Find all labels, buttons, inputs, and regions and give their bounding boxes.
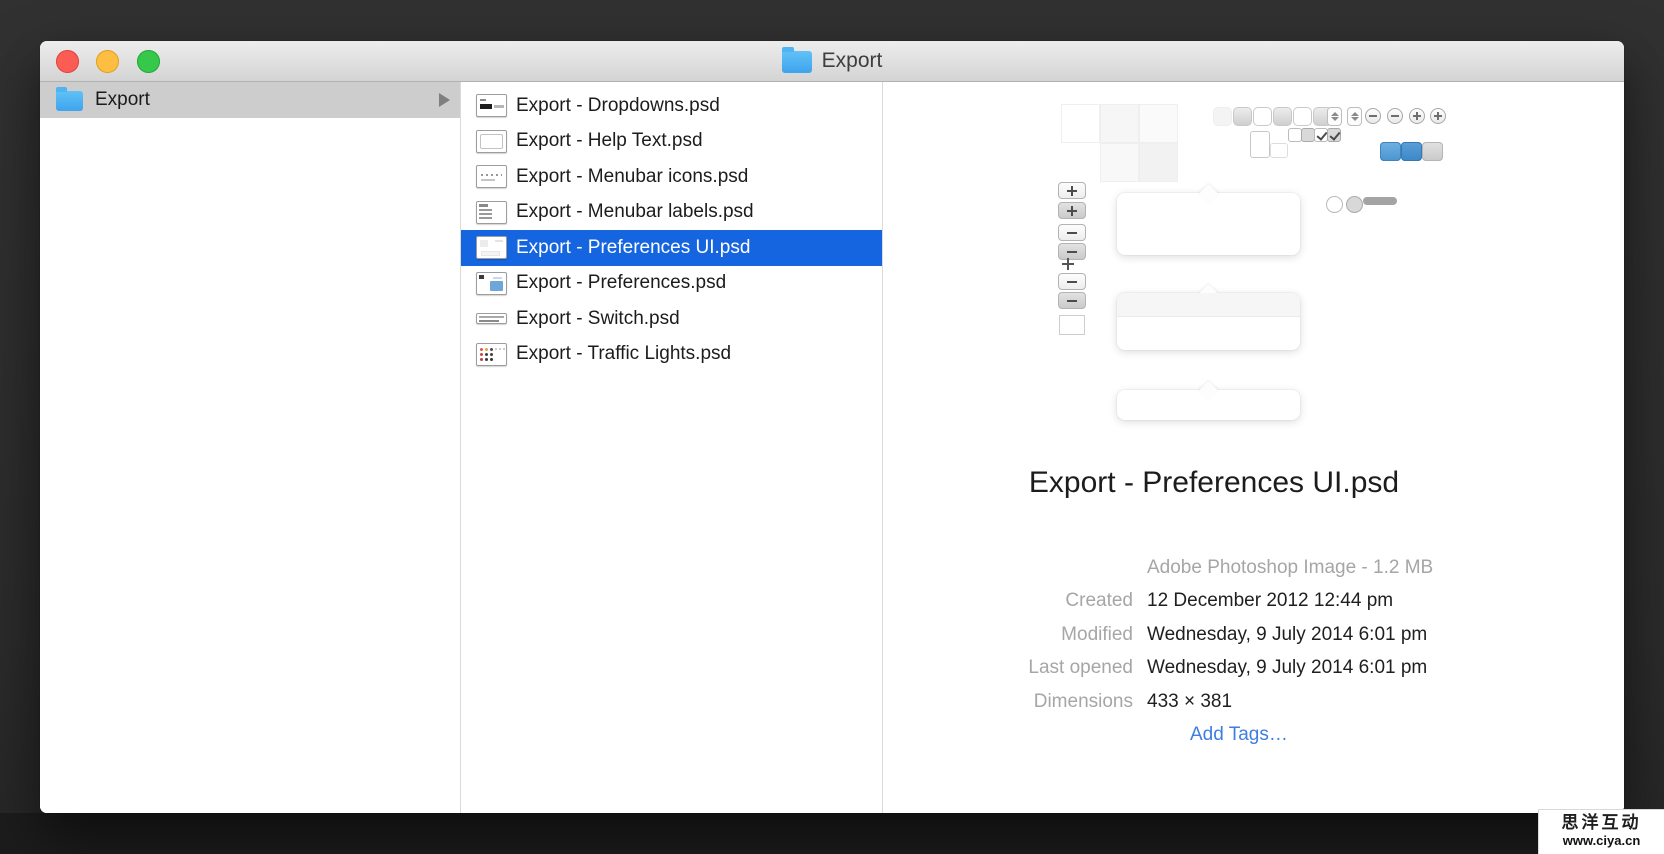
- column-browser: Export Export - Dropdowns.psd Export - He…: [40, 82, 1624, 813]
- file-row[interactable]: Export - Preferences UI.psd: [461, 230, 882, 266]
- minus-button-icon: [1058, 292, 1086, 309]
- meta-row: Last opened Wednesday, 9 July 2014 6:01 p…: [883, 657, 1624, 690]
- add-tags-link[interactable]: Add Tags…: [1190, 724, 1288, 746]
- file-name: Export - Menubar labels.psd: [516, 201, 754, 223]
- traffic-lights-file-icon: [476, 343, 507, 366]
- checkbox-checked-icon: [1314, 128, 1328, 142]
- file-row[interactable]: Export - Switch.psd: [461, 301, 882, 337]
- file-row[interactable]: Export - Help Text.psd: [461, 124, 882, 160]
- watermark-url: www.ciya.cn: [1539, 833, 1664, 848]
- checkbox-checked-icon: [1327, 128, 1341, 142]
- desktop-background: Export Export Export - Dropdowns.psdExpo…: [0, 0, 1664, 854]
- meta-row: Modified Wednesday, 9 July 2014 6:01 pm: [883, 624, 1624, 657]
- stepper-icon: [1327, 107, 1342, 126]
- meta-label: Modified: [1061, 624, 1133, 646]
- minimize-button[interactable]: [96, 50, 119, 73]
- slider-icon: [1363, 197, 1397, 205]
- popover-shape: [1117, 293, 1300, 350]
- meta-label: Last opened: [1028, 657, 1133, 679]
- file-name: Export - Preferences.psd: [516, 272, 726, 294]
- kind-row: Adobe Photoshop Image - 1.2 MB: [883, 557, 1624, 590]
- file-row[interactable]: Export - Menubar labels.psd: [461, 195, 882, 231]
- plus-button-icon: [1058, 202, 1086, 219]
- file-row[interactable]: Export - Traffic Lights.psd: [461, 337, 882, 373]
- column-files: Export - Dropdowns.psd Export - Help Text…: [461, 82, 883, 813]
- radio-icon: [1326, 196, 1343, 213]
- popover-shape: [1117, 193, 1300, 255]
- file-row[interactable]: Export - Menubar icons.psd: [461, 159, 882, 195]
- plus-button-icon: [1058, 182, 1086, 199]
- meta-value: 433 × 381: [1147, 691, 1232, 713]
- add-tags-row: Add Tags…: [883, 724, 1624, 757]
- window-title: Export: [822, 49, 883, 73]
- dropdowns-file-icon: [476, 94, 507, 117]
- blue-button-icon: [1401, 142, 1422, 161]
- file-list: Export - Dropdowns.psd Export - Help Text…: [461, 82, 882, 372]
- file-preview-thumbnail: [960, 98, 1465, 428]
- file-name: Export - Dropdowns.psd: [516, 95, 720, 117]
- meta-row: Created 12 December 2012 12:44 pm: [883, 590, 1624, 623]
- meta-value: 12 December 2012 12:44 pm: [1147, 590, 1393, 612]
- watermark-text: 思洋互动: [1539, 812, 1664, 833]
- stepper-icon: [1347, 107, 1362, 126]
- checkbox-icon: [1288, 128, 1302, 142]
- switch-file-icon: [476, 313, 507, 324]
- file-name: Export - Menubar icons.psd: [516, 166, 748, 188]
- preferences-file-icon: [476, 272, 507, 295]
- plus-icon: [1062, 258, 1074, 270]
- minus-circle-icon: [1365, 108, 1381, 124]
- preview-info-details: Created 12 December 2012 12:44 pm Modified…: [883, 590, 1624, 724]
- file-name: Export - Traffic Lights.psd: [516, 343, 731, 365]
- meta-label: Dimensions: [1034, 691, 1133, 713]
- preview-filename: Export - Preferences UI.psd: [883, 466, 1545, 500]
- zoom-button[interactable]: [137, 50, 160, 73]
- file-name: Export - Switch.psd: [516, 308, 680, 330]
- preview-info: Adobe Photoshop Image - 1.2 MB Created 12…: [883, 557, 1624, 757]
- blue-button-icon: [1380, 142, 1401, 161]
- sidebar-item-export[interactable]: Export: [40, 82, 460, 118]
- title-bar[interactable]: Export: [40, 41, 1624, 82]
- file-kind-size: Adobe Photoshop Image - 1.2 MB: [1147, 557, 1433, 579]
- column-preview: Export - Preferences UI.psd Adobe Photos…: [883, 82, 1624, 813]
- folder-icon: [782, 51, 812, 73]
- finder-window: Export Export Export - Dropdowns.psdExpo…: [40, 41, 1624, 813]
- chevron-right-icon: [439, 93, 450, 107]
- folder-icon: [56, 91, 83, 111]
- menubar-icons-file-icon: [476, 165, 507, 188]
- gray-button-icon: [1422, 142, 1443, 161]
- meta-value: Wednesday, 9 July 2014 6:01 pm: [1147, 624, 1427, 646]
- preferences-ui-file-icon: [476, 236, 507, 259]
- menubar-labels-file-icon: [476, 201, 507, 224]
- file-row[interactable]: Export - Dropdowns.psd: [461, 88, 882, 124]
- plus-circle-icon: [1430, 108, 1446, 124]
- minus-button-icon: [1058, 224, 1086, 241]
- minus-circle-icon: [1387, 108, 1403, 124]
- popover-shape: [1117, 390, 1300, 420]
- meta-row: Dimensions 433 × 381: [883, 691, 1624, 724]
- column-parent: Export: [40, 82, 461, 813]
- close-button[interactable]: [56, 50, 79, 73]
- watermark: 思洋互动 www.ciya.cn: [1539, 810, 1664, 854]
- desktop-bottom-strip: [0, 813, 1664, 854]
- file-name: Export - Help Text.psd: [516, 130, 703, 152]
- file-name: Export - Preferences UI.psd: [516, 237, 750, 259]
- minus-button-icon: [1058, 273, 1086, 290]
- radio-icon: [1346, 196, 1363, 213]
- meta-value: Wednesday, 9 July 2014 6:01 pm: [1147, 657, 1427, 679]
- meta-label: Created: [1065, 590, 1133, 612]
- file-row[interactable]: Export - Preferences.psd: [461, 266, 882, 302]
- help-text-file-icon: [476, 130, 507, 153]
- sidebar-item-label: Export: [95, 89, 150, 111]
- checkbox-icon: [1301, 128, 1315, 142]
- plus-circle-icon: [1409, 108, 1425, 124]
